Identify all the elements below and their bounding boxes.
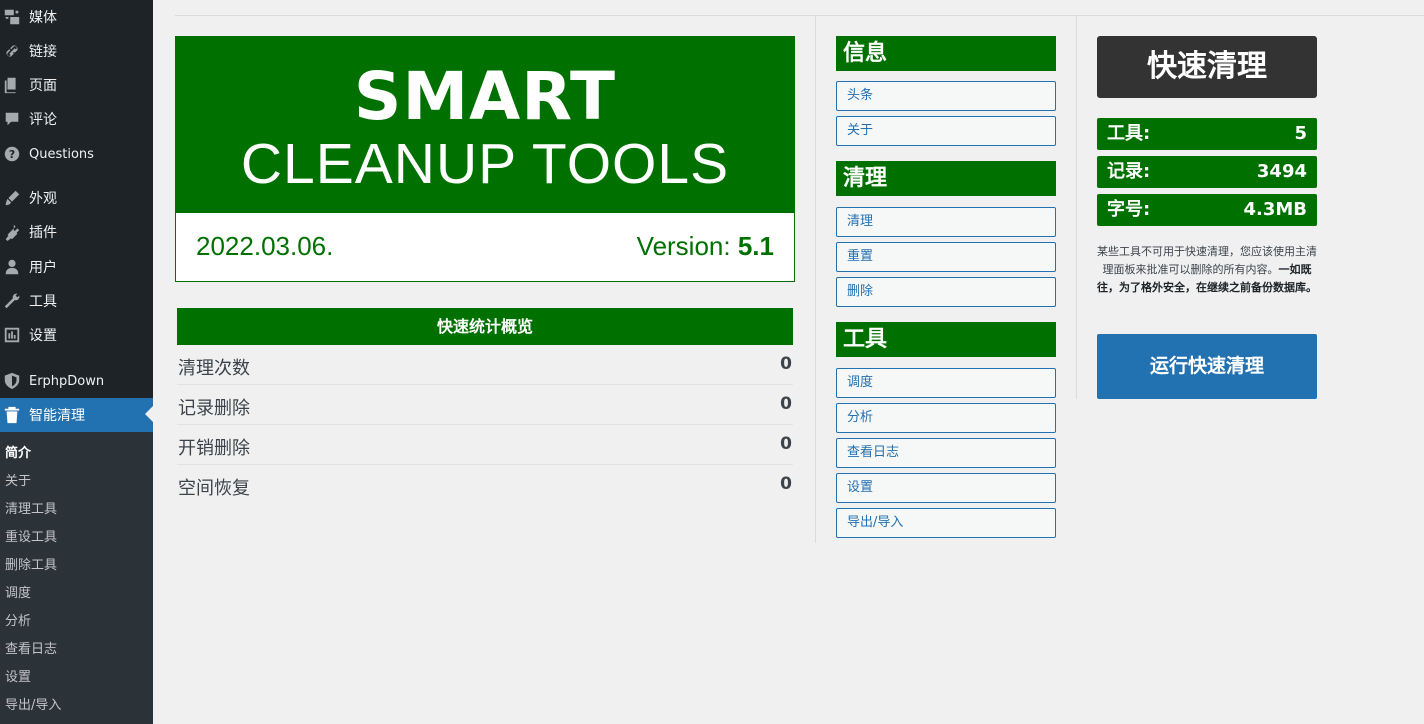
logo-banner: SMART CLEANUP TOOLS (176, 37, 794, 213)
submenu-item-reset-tools[interactable]: 重设工具 (5, 524, 57, 552)
submenu-item-intro[interactable]: 简介 (5, 440, 31, 468)
logo-title-cleanup-tools: CLEANUP TOOLS (240, 132, 730, 196)
question-icon: ? (2, 144, 22, 164)
link-icon (2, 41, 22, 61)
stat-row: 空间恢复 0 (177, 465, 793, 505)
sidebar-item-label: Questions (29, 146, 94, 162)
logo-title-smart: SMART (353, 58, 617, 135)
stat-row: 记录删除 0 (177, 385, 793, 425)
sidebar-item-settings[interactable]: 设置 (0, 318, 153, 352)
sidebar-item-plugins[interactable]: 插件 (0, 215, 153, 249)
quick-cleanup-title: 快速清理 (1097, 36, 1317, 98)
comment-icon (2, 109, 22, 129)
sidebar-item-media[interactable]: 媒体 (0, 0, 153, 34)
nav-button-about[interactable]: 关于 (836, 116, 1056, 146)
nav-button-analysis[interactable]: 分析 (836, 403, 1056, 433)
wrench-icon (2, 291, 22, 311)
nav-button-cleanup[interactable]: 清理 (836, 207, 1056, 237)
quick-stat-label: 字号: (1107, 199, 1151, 220)
section-header-tools: 工具 (836, 322, 1056, 357)
quick-stat-value: 3494 (1256, 161, 1307, 182)
section-header-info: 信息 (836, 36, 1056, 71)
sidebar-item-label: ErphpDown (29, 373, 105, 389)
sidebar-item-label: 工具 (29, 294, 57, 310)
sidebar-item-label: 外观 (29, 191, 57, 207)
sidebar-item-label: 插件 (29, 225, 57, 241)
section-header-cleanup: 清理 (836, 161, 1056, 196)
sidebar-item-label: 用户 (29, 260, 57, 276)
settings-icon (2, 325, 22, 345)
submenu-item-about[interactable]: 关于 (5, 468, 31, 496)
appearance-icon (2, 188, 22, 208)
sidebar-item-comments[interactable]: 评论 (0, 102, 153, 136)
sidebar-item-label: 媒体 (29, 10, 57, 26)
trash-icon (2, 405, 22, 425)
nav-button-schedule[interactable]: 调度 (836, 368, 1056, 398)
sidebar-item-label: 设置 (29, 328, 57, 344)
stat-value: 0 (780, 474, 792, 494)
submenu-item-view-log[interactable]: 查看日志 (5, 636, 57, 664)
nav-button-headlines[interactable]: 头条 (836, 81, 1056, 111)
submenu-item-analysis[interactable]: 分析 (5, 608, 31, 636)
sidebar-item-label: 智能清理 (29, 408, 85, 424)
stat-label: 记录删除 (178, 398, 250, 419)
sidebar-item-users[interactable]: 用户 (0, 250, 153, 284)
sidebar-item-label: 页面 (29, 78, 57, 94)
version-number: 5.1 (737, 231, 774, 261)
stat-label: 开销删除 (178, 438, 250, 459)
nav-button-export-import[interactable]: 导出/导入 (836, 508, 1056, 538)
sidebar-submenu: 简介 关于 清理工具 重设工具 删除工具 调度 分析 查看日志 设置 导出/导入 (0, 432, 153, 724)
submenu-item-cleanup-tools[interactable]: 清理工具 (5, 496, 57, 524)
version-info: Version: 5.1 (637, 231, 774, 262)
stat-value: 0 (780, 354, 792, 374)
plugin-logo-panel: SMART CLEANUP TOOLS 2022.03.06. Version:… (175, 36, 795, 282)
quick-cleanup-note: 某些工具不可用于快速清理，您应该使用主清理面板来批准可以删除的所有内容。一如既往… (1097, 243, 1317, 297)
stat-label: 空间恢复 (178, 478, 250, 499)
nav-button-delete[interactable]: 删除 (836, 277, 1056, 307)
media-icon (2, 7, 22, 27)
quick-stat-value: 4.3MB (1243, 199, 1307, 220)
submenu-item-export-import[interactable]: 导出/导入 (5, 692, 61, 720)
release-date: 2022.03.06. (196, 231, 334, 261)
nav-button-reset[interactable]: 重置 (836, 242, 1056, 272)
sidebar-item-pages[interactable]: 页面 (0, 68, 153, 102)
quick-stat-row: 记录: 3494 (1097, 156, 1317, 188)
shield-icon (2, 371, 22, 391)
column-divider (815, 16, 816, 543)
nav-button-view-log[interactable]: 查看日志 (836, 438, 1056, 468)
sidebar-item-label: 链接 (29, 44, 57, 60)
stat-row: 开销删除 0 (177, 425, 793, 465)
stat-row: 清理次数 0 (177, 345, 793, 385)
nav-button-settings[interactable]: 设置 (836, 473, 1056, 503)
quick-stat-row: 工具: 5 (1097, 118, 1317, 150)
sidebar-item-appearance[interactable]: 外观 (0, 181, 153, 215)
top-divider (175, 15, 1424, 16)
sidebar-item-smart-cleanup[interactable]: 智能清理 (0, 398, 153, 432)
version-label: Version: (636, 231, 731, 261)
page-icon (2, 75, 22, 95)
svg-text:?: ? (9, 148, 15, 161)
stat-value: 0 (780, 394, 792, 414)
run-quick-cleanup-button[interactable]: 运行快速清理 (1097, 334, 1317, 399)
sidebar-item-links[interactable]: 链接 (0, 34, 153, 68)
sidebar-item-label: 评论 (29, 112, 57, 128)
submenu-item-delete-tools[interactable]: 删除工具 (5, 552, 57, 580)
submenu-item-settings[interactable]: 设置 (5, 664, 31, 692)
sidebar-item-tools[interactable]: 工具 (0, 284, 153, 318)
submenu-item-schedule[interactable]: 调度 (5, 580, 31, 608)
sidebar-item-questions[interactable]: ? Questions (0, 137, 153, 171)
plugin-icon (2, 222, 22, 242)
stat-label: 清理次数 (178, 358, 250, 379)
quick-stat-value: 5 (1294, 123, 1307, 144)
column-divider (1076, 16, 1077, 399)
user-icon (2, 257, 22, 277)
quick-stat-label: 工具: (1107, 123, 1151, 144)
quick-stat-row: 字号: 4.3MB (1097, 194, 1317, 226)
quick-stat-label: 记录: (1107, 161, 1151, 182)
stats-overview-header: 快速统计概览 (177, 308, 793, 345)
stat-value: 0 (780, 434, 792, 454)
sidebar-item-erphpdown[interactable]: ErphpDown (0, 364, 153, 398)
